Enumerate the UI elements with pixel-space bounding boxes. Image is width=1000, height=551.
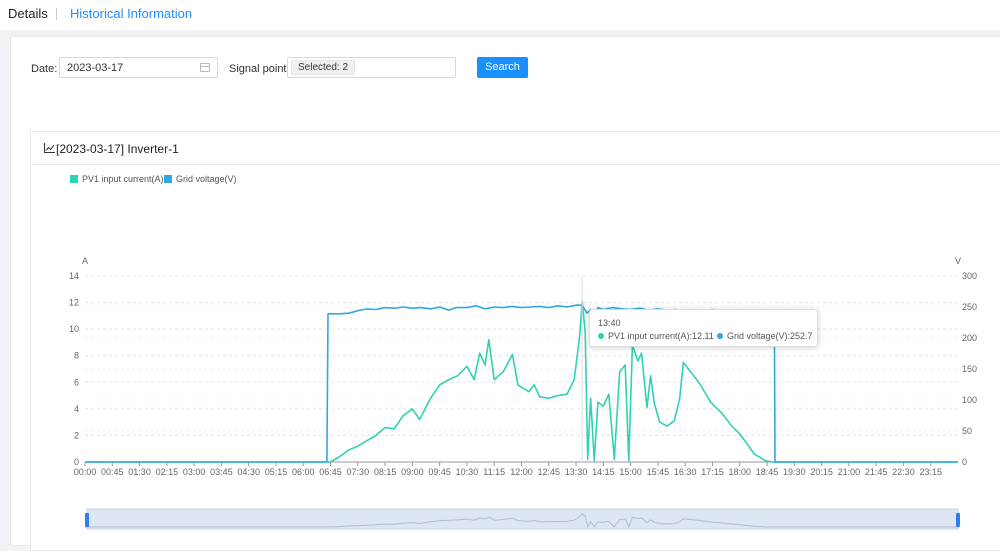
tooltip-voltage: Grid voltage(V):252.7 <box>727 331 813 341</box>
right-tick-label: 150 <box>962 364 977 374</box>
right-tick-label: 200 <box>962 333 977 343</box>
left-tick-label: 14 <box>69 271 79 281</box>
zoom-handle-right <box>956 513 960 527</box>
line-chart[interactable]: PV1 input current(A) Grid voltage(V) A V 0 2 4… <box>0 0 1000 537</box>
x-tick-label: 00:00 <box>74 467 97 477</box>
x-tick-label: 21:00 <box>838 467 861 477</box>
zoom-slider-track <box>86 508 959 530</box>
x-tick-label: 13:30 <box>565 467 588 477</box>
voltage-dot-icon <box>717 333 723 339</box>
x-tick-label: 07:30 <box>347 467 370 477</box>
x-tick-label: 12:45 <box>538 467 561 477</box>
left-tick-label: 12 <box>69 298 79 308</box>
right-tick-label: 300 <box>962 271 977 281</box>
x-tick-label: 03:00 <box>183 467 206 477</box>
left-tick-label: 8 <box>74 351 79 361</box>
zoom-handle-left <box>85 513 89 527</box>
x-tick-label: 10:30 <box>456 467 479 477</box>
x-tick-label: 15:00 <box>619 467 642 477</box>
right-tick-label: 100 <box>962 395 977 405</box>
x-tick-label: 23:15 <box>919 467 942 477</box>
x-tick-label: 06:45 <box>319 467 342 477</box>
right-tick-label: 250 <box>962 302 977 312</box>
x-tick-label: 06:00 <box>292 467 315 477</box>
right-axis-unit: V <box>955 256 961 266</box>
x-tick-label: 17:15 <box>701 467 724 477</box>
x-tick-label: 02:15 <box>156 467 179 477</box>
legend-swatch-1 <box>164 175 172 183</box>
x-tick-label: 18:45 <box>756 467 779 477</box>
x-tick-label: 20:15 <box>810 467 833 477</box>
x-tick-label: 05:15 <box>265 467 288 477</box>
legend-label-0: PV1 input current(A) <box>82 174 164 184</box>
left-axis-unit: A <box>82 256 88 266</box>
current-dot-icon <box>598 333 604 339</box>
series-line-1 <box>85 304 958 463</box>
x-tick-label: 01:30 <box>128 467 151 477</box>
tooltip-current-row: PV1 input current(A):12.11 <box>598 331 714 341</box>
x-tick-label: 09:45 <box>428 467 451 477</box>
x-tick-label: 16:30 <box>674 467 697 477</box>
x-tick-label: 14:15 <box>592 467 615 477</box>
left-tick-label: 4 <box>74 404 79 414</box>
right-tick-label: 50 <box>962 426 972 436</box>
legend-label-1: Grid voltage(V) <box>176 174 237 184</box>
left-tick-label: 0 <box>74 457 79 467</box>
x-tick-label: 11:15 <box>483 467 505 477</box>
legend-swatch-0 <box>70 175 78 183</box>
x-tick-label: 00:45 <box>101 467 124 477</box>
tooltip-time: 13:40 <box>598 318 621 328</box>
left-tick-label: 6 <box>74 377 79 387</box>
tooltip-current: PV1 input current(A):12.11 <box>608 331 714 341</box>
left-tick-label: 10 <box>69 324 79 334</box>
x-tick-label: 18:00 <box>728 467 751 477</box>
tooltip-voltage-row: Grid voltage(V):252.7 <box>717 331 813 341</box>
left-tick-label: 2 <box>74 430 79 440</box>
x-tick-label: 08:15 <box>374 467 397 477</box>
x-tick-label: 22:30 <box>892 467 915 477</box>
x-tick-label: 19:30 <box>783 467 806 477</box>
series-line-0 <box>85 300 958 463</box>
x-tick-label: 12:00 <box>510 467 533 477</box>
x-tick-label: 03:45 <box>210 467 233 477</box>
x-tick-label: 15:45 <box>647 467 670 477</box>
x-tick-label: 09:00 <box>401 467 424 477</box>
x-tick-label: 21:45 <box>865 467 888 477</box>
right-tick-label: 0 <box>962 457 967 467</box>
x-tick-label: 04:30 <box>237 467 260 477</box>
chart-tooltip: 13:40 PV1 input current(A):12.11 Grid vo… <box>589 309 818 347</box>
